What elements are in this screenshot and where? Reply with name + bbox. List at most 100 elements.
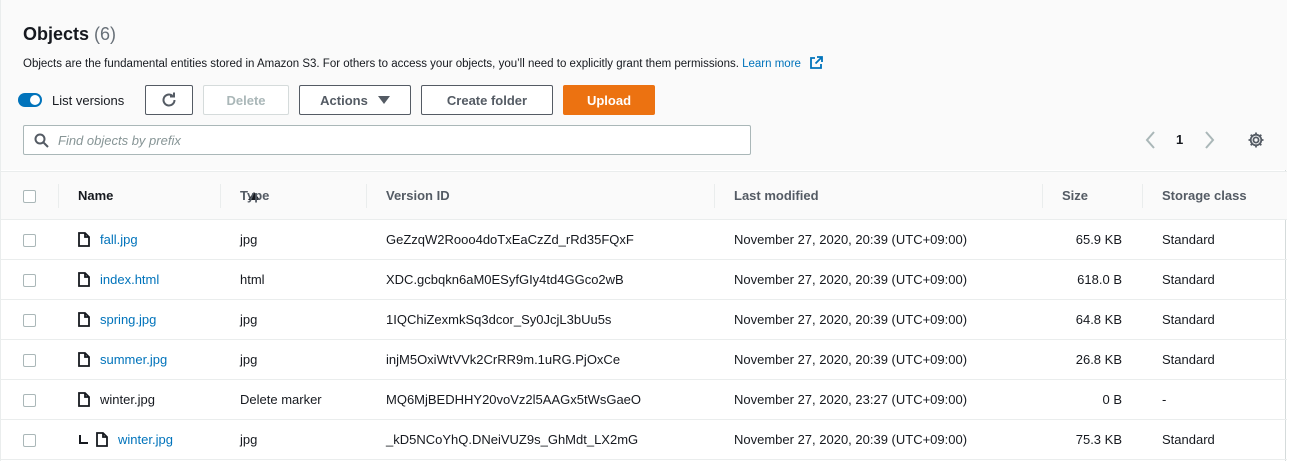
actions-label: Actions [320,92,368,108]
object-type: jpg [240,432,258,447]
header-size-label: Size [1062,188,1089,203]
search-icon [34,133,49,148]
search-box [23,125,751,155]
object-name: winter.jpg [100,392,155,407]
objects-panel: Objects (6) Objects are the fundamental … [0,0,1287,461]
header-name-label: Name [78,188,114,203]
row-checkbox[interactable] [23,394,36,408]
object-name-link[interactable]: index.html [100,272,159,287]
storage-class: Standard [1162,272,1215,287]
table-row[interactable]: winter.jpg Delete marker MQ6MjBEDHHY20vo… [1,380,1287,420]
header-select-all[interactable] [1,171,58,220]
object-name-link[interactable]: spring.jpg [100,312,156,327]
row-checkbox[interactable] [23,274,36,288]
version-id: 1IQChiZexmkSq3dcor_Sy0JcjL3bUu5s [386,312,612,327]
header-size[interactable]: Size [1042,171,1142,220]
refresh-icon [162,92,176,107]
refresh-button[interactable] [145,85,193,115]
table-row[interactable]: winter.jpg jpg _kD5NCoYhQ.DNeiVUZ9s_GhMd… [1,420,1287,460]
header-last-modified-label: Last modified [734,188,819,203]
upload-button[interactable]: Upload [563,85,655,115]
header-last-modified[interactable]: Last modified [714,171,1042,220]
create-folder-button[interactable]: Create folder [421,85,553,115]
table-row[interactable]: summer.jpg jpg injM5OxiWtVVk2CrRR9m.1uRG… [1,340,1287,380]
column-divider [714,184,715,208]
version-id: XDC.gcbqkn6aM0ESyfGIy4td4GGco2wB [386,272,624,287]
object-size: 64.8 KB [1075,312,1122,327]
delete-label: Delete [226,92,266,108]
header-version-id[interactable]: Version ID [366,171,714,220]
object-size: 0 B [1102,392,1122,407]
object-type: jpg [240,312,258,327]
objects-table: Name Type Version ID Last modified Size … [1,171,1287,460]
file-icon [78,272,90,287]
upload-label: Upload [586,92,632,108]
file-icon [78,352,90,367]
object-name-link[interactable]: summer.jpg [100,352,167,367]
object-size: 618.0 B [1077,272,1122,287]
object-name-link[interactable]: winter.jpg [118,432,173,447]
create-folder-label: Create folder [446,92,528,108]
storage-class: Standard [1162,432,1215,447]
last-modified: November 27, 2020, 20:39 (UTC+09:00) [734,312,968,327]
chevron-left-icon[interactable] [1144,130,1158,150]
column-divider [58,184,59,208]
column-divider [366,184,367,208]
version-id: _kD5NCoYhQ.DNeiVUZ9s_GhMdt_LX2mG [386,432,639,447]
object-type: jpg [240,352,258,367]
last-modified: November 27, 2020, 20:39 (UTC+09:00) [734,352,968,367]
last-modified: November 27, 2020, 20:39 (UTC+09:00) [734,272,968,287]
table-row[interactable]: fall.jpg jpg GeZzqW2Rooo4doTxEaCzZd_rRd3… [1,220,1287,260]
header-type[interactable]: Type [220,171,366,220]
object-type: jpg [240,232,258,247]
object-name-link[interactable]: fall.jpg [100,232,138,247]
list-versions-label: List versions [52,93,125,108]
description-text: Objects are the fundamental entities sto… [23,58,739,70]
delete-button[interactable]: Delete [203,85,289,115]
gear-icon[interactable] [1247,131,1265,149]
storage-class: Standard [1162,312,1215,327]
row-checkbox[interactable] [23,314,36,328]
row-checkbox[interactable] [23,434,36,448]
learn-more-link[interactable]: Learn more [742,58,801,70]
description: Objects are the fundamental entities sto… [23,56,824,70]
version-branch-icon [79,434,88,444]
object-count: (6) [94,24,117,44]
file-icon [78,232,90,247]
select-all-checkbox[interactable] [23,190,36,204]
version-id: MQ6MjBEDHHY20voVz2l5AAGx5tWsGaeO [386,392,642,407]
external-link-icon[interactable] [809,56,824,70]
table-row[interactable]: index.html html XDC.gcbqkn6aM0ESyfGIy4td… [1,260,1287,300]
last-modified: November 27, 2020, 23:27 (UTC+09:00) [734,392,968,407]
actions-dropdown-button[interactable]: Actions [299,85,411,115]
header-name[interactable]: Name [58,171,260,220]
list-versions-toggle[interactable] [18,93,42,107]
column-divider [220,184,221,208]
header-storage-class[interactable]: Storage class [1142,171,1287,220]
file-icon [78,392,90,407]
header-version-id-label: Version ID [386,188,450,203]
chevron-right-icon[interactable] [1202,130,1216,150]
storage-class: Standard [1162,352,1215,367]
page-title: Objects (6) [23,24,116,45]
table-header-row: Name Type Version ID Last modified Size … [1,171,1287,220]
header-storage-class-label: Storage class [1162,188,1247,203]
version-id: injM5OxiWtVVk2CrRR9m.1uRG.PjOxCe [386,352,621,367]
object-size: 65.9 KB [1075,232,1122,247]
toolbar: List versions Delete Actions Create fold… [1,85,1285,115]
title-text: Objects [23,24,90,44]
row-checkbox[interactable] [23,354,36,368]
search-input[interactable] [58,130,738,150]
toggle-knob [30,95,40,105]
caret-down-icon [377,96,390,104]
storage-class: Standard [1162,232,1215,247]
file-icon [78,312,90,327]
object-type: html [240,272,265,287]
object-size: 26.8 KB [1075,352,1122,367]
current-page-number[interactable]: 1 [1176,132,1183,147]
table-row[interactable]: spring.jpg jpg 1IQChiZexmkSq3dcor_Sy0Jcj… [1,300,1287,340]
object-size: 75.3 KB [1075,432,1122,447]
row-checkbox[interactable] [23,234,36,248]
object-type: Delete marker [240,392,322,407]
version-id: GeZzqW2Rooo4doTxEaCzZd_rRd35FQxF [386,232,634,247]
